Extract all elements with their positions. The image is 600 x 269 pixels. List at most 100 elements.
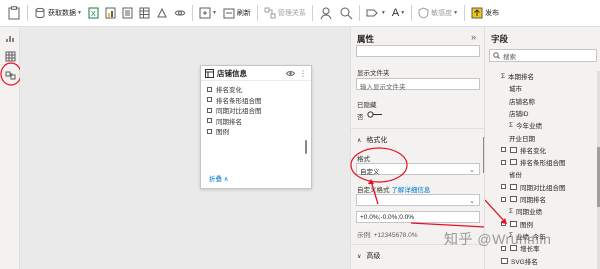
link-icon xyxy=(174,10,185,16)
checkbox-icon[interactable] xyxy=(207,86,212,92)
field-item[interactable]: 排名条形组合图 xyxy=(501,157,566,167)
grid-icon xyxy=(5,51,15,61)
refresh-icon xyxy=(223,8,235,19)
report-canvas[interactable]: 店铺信息 ⋮ 排名变化 排名条形组合图 同期对比组合图 同期排名 图例 折叠 ∧ xyxy=(20,27,350,269)
field-item[interactable]: Σ 本期排名 xyxy=(501,71,534,82)
divider xyxy=(27,5,28,21)
field-label: 排名条形组合图 xyxy=(520,160,566,168)
field-item[interactable]: 图例 xyxy=(501,219,533,229)
card-field-item[interactable]: 同期排名 xyxy=(207,116,307,127)
more-options-icon[interactable]: ⋮ xyxy=(299,69,307,78)
excel-icon: X xyxy=(88,7,99,19)
field-item[interactable]: 省份 xyxy=(509,169,522,179)
sensitivity-icon-button[interactable]: ▼ xyxy=(363,3,389,23)
hidden-value: 否 xyxy=(357,114,364,121)
field-label: 店铺ID xyxy=(509,110,529,118)
hidden-toggle[interactable] xyxy=(367,111,383,118)
card-scrollbar[interactable] xyxy=(305,140,307,154)
field-item[interactable]: SVG排名 xyxy=(501,256,538,266)
table-icon xyxy=(139,7,150,19)
field-item[interactable]: 排名变化 xyxy=(501,145,546,155)
display-folder-input[interactable]: 输入显示文件夹 xyxy=(356,78,480,91)
relationships-icon xyxy=(264,7,276,19)
card-field-item[interactable]: 同期对比组合图 xyxy=(207,105,307,116)
quick-measure-button[interactable] xyxy=(336,3,356,23)
card-field-label: 排名变化 xyxy=(216,87,242,95)
field-item[interactable]: 城市 xyxy=(509,83,522,93)
expand-pane-icon[interactable]: » xyxy=(471,32,476,42)
new-measure-button[interactable] xyxy=(316,3,336,23)
learn-more-link[interactable]: 了解详细信息 xyxy=(391,187,430,194)
format-example: 示例: +12345678.0% xyxy=(357,232,418,239)
custom-format-input[interactable]: +0.0%;-0.0%;0.0% xyxy=(356,211,480,223)
name-field[interactable] xyxy=(356,45,480,57)
sensitivity-button[interactable]: 敏感度 ▼ xyxy=(415,3,461,23)
model-icon xyxy=(5,71,15,79)
recent-sources-button[interactable] xyxy=(171,3,189,23)
dataset-button[interactable] xyxy=(102,3,119,23)
search-input[interactable]: 搜索 xyxy=(489,49,597,62)
card-field-item[interactable]: 排名条形组合图 xyxy=(207,95,307,106)
field-item[interactable]: 同期排名 xyxy=(501,194,546,204)
field-label: 图例 xyxy=(520,221,533,229)
format-label: 格式 xyxy=(357,156,370,163)
label-icon xyxy=(366,9,378,17)
field-item[interactable]: 开业日期 xyxy=(509,133,535,143)
paste-button[interactable] xyxy=(4,3,24,23)
table-card[interactable]: 店铺信息 ⋮ 排名变化 排名条形组合图 同期对比组合图 同期排名 图例 折叠 ∧ xyxy=(200,65,312,189)
eye-icon[interactable] xyxy=(286,70,295,77)
checkbox-icon[interactable] xyxy=(501,196,506,202)
sigma-icon: Σ xyxy=(509,121,514,129)
card-field-item[interactable]: 排名变化 xyxy=(207,84,307,95)
field-item[interactable]: 店铺名称 xyxy=(509,96,535,106)
publish-button[interactable]: 发布 xyxy=(468,3,502,23)
sigma-icon: Σ xyxy=(509,207,514,215)
field-item[interactable]: Σ 今年业绩 xyxy=(509,120,542,131)
format-dropdown[interactable]: 自定义 ⌄ xyxy=(356,163,480,176)
checkbox-icon[interactable] xyxy=(207,128,212,134)
hidden-label: 已隐藏 xyxy=(357,102,377,109)
card-field-label: 同期对比组合图 xyxy=(216,108,262,116)
chevron-down-icon: ⌄ xyxy=(469,198,475,205)
model-view-button[interactable] xyxy=(3,68,17,82)
field-item[interactable]: 同期对比组合图 xyxy=(501,182,566,192)
get-data-button[interactable]: 获取数据 ▼ xyxy=(31,3,85,23)
field-item[interactable]: 店铺ID xyxy=(509,108,529,118)
format-section-header[interactable]: ∧ 格式化 xyxy=(357,135,387,145)
search-icon xyxy=(493,52,500,59)
excel-button[interactable]: X xyxy=(85,3,102,23)
data-view-button[interactable] xyxy=(3,49,17,63)
checkbox-icon[interactable] xyxy=(501,147,506,153)
manage-relationships-button[interactable]: 管理关系 xyxy=(261,3,309,23)
checkbox-icon[interactable] xyxy=(501,159,506,165)
custom-format-label-text: 自定义格式 xyxy=(357,187,390,194)
person-icon xyxy=(320,7,332,20)
collapse-link[interactable]: 折叠 ∧ xyxy=(209,173,229,183)
divider xyxy=(464,5,466,21)
card-field-label: 图例 xyxy=(216,129,229,137)
card-field-label: 同期排名 xyxy=(216,118,242,126)
report-view-button[interactable] xyxy=(3,31,17,45)
checkbox-icon[interactable] xyxy=(207,97,212,103)
divider xyxy=(256,5,258,21)
field-label: 省份 xyxy=(509,172,522,180)
field-label: 店铺名称 xyxy=(509,98,535,106)
format-value: 自定义 xyxy=(360,169,380,176)
enter-data-button[interactable] xyxy=(136,3,153,23)
checkbox-icon[interactable] xyxy=(501,184,506,190)
checkbox-icon[interactable] xyxy=(501,221,506,227)
dataverse-button[interactable] xyxy=(153,3,171,23)
chevron-down-icon: ▼ xyxy=(211,10,217,16)
field-item[interactable]: Σ 同期业绩 xyxy=(509,206,542,217)
checkbox-icon[interactable] xyxy=(207,107,212,113)
card-field-item[interactable]: 图例 xyxy=(207,126,307,137)
sql-button[interactable] xyxy=(119,3,136,23)
checkbox-icon[interactable] xyxy=(207,118,212,124)
transform-data-button[interactable]: ▼ xyxy=(196,3,220,23)
custom-format-dropdown[interactable]: ⌄ xyxy=(356,194,480,206)
format-button[interactable]: A ▼ xyxy=(389,3,408,23)
refresh-button[interactable]: 刷新 xyxy=(220,3,254,23)
database-icon xyxy=(35,7,45,19)
advanced-section-header[interactable]: ∨ 高级 xyxy=(357,251,380,261)
divider xyxy=(311,5,313,21)
